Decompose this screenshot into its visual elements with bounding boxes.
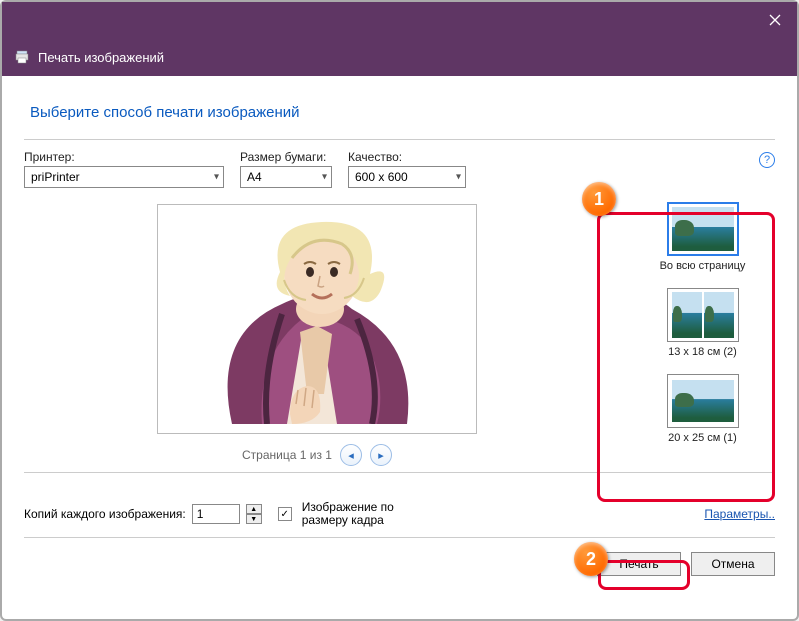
layout-thumb-fullpage (667, 202, 739, 256)
divider-top (24, 139, 775, 140)
copies-down-button[interactable]: ▼ (246, 514, 262, 524)
close-icon (769, 14, 781, 26)
layout-label: 13 x 18 см (2) (668, 346, 737, 358)
layout-label: Во всю страницу (660, 260, 746, 272)
layout-13x18[interactable]: 13 x 18 см (2) (634, 288, 771, 358)
paper-value: A4 (247, 170, 262, 184)
quality-select[interactable]: 600 x 600 ▾ (348, 166, 466, 188)
help-button[interactable]: ? (759, 152, 775, 168)
fit-label: Изображение по размеру кадра (302, 501, 422, 527)
layout-full-page[interactable]: Во всю страницу (634, 202, 771, 272)
printer-value: priPrinter (31, 170, 80, 184)
copies-label: Копий каждого изображения: (24, 507, 186, 521)
layout-20x25[interactable]: 20 x 25 см (1) (634, 374, 771, 444)
divider-mid (24, 472, 775, 473)
quality-value: 600 x 600 (355, 170, 408, 184)
copies-input[interactable] (192, 504, 240, 524)
next-page-button[interactable]: ▸ (370, 444, 392, 466)
layout-thumb-13x18 (667, 288, 739, 342)
params-link[interactable]: Параметры.. (704, 507, 775, 521)
window-title: Печать изображений (38, 50, 164, 65)
chevron-down-icon: ▾ (456, 172, 461, 183)
page-counter-text: Страница 1 из 1 (242, 448, 332, 462)
fit-checkbox[interactable]: ✓ (278, 507, 292, 521)
header-band: Печать изображений (2, 38, 797, 76)
preview-area: Страница 1 из 1 ◂ ▸ (24, 196, 610, 466)
preview-page (157, 204, 477, 434)
quality-label: Качество: (348, 150, 466, 164)
preview-image (172, 214, 462, 424)
layout-thumb-20x25 (667, 374, 739, 428)
titlebar (2, 2, 797, 38)
paper-select[interactable]: A4 ▾ (240, 166, 332, 188)
printer-label: Принтер: (24, 150, 224, 164)
paper-label: Размер бумаги: (240, 150, 332, 164)
close-button[interactable] (753, 2, 797, 38)
layout-label: 20 x 25 см (1) (668, 432, 737, 444)
print-button[interactable]: Печать (597, 552, 681, 576)
prev-page-button[interactable]: ◂ (340, 444, 362, 466)
printer-icon (14, 49, 30, 65)
cancel-button[interactable]: Отмена (691, 552, 775, 576)
layout-panel: Во всю страницу 13 x 18 см (2) 20 x 25 с… (630, 196, 775, 466)
copies-up-button[interactable]: ▲ (246, 504, 262, 514)
chevron-down-icon: ▾ (322, 172, 327, 183)
chevron-down-icon: ▾ (214, 172, 219, 183)
printer-select[interactable]: priPrinter ▾ (24, 166, 224, 188)
page-heading: Выберите способ печати изображений (30, 104, 775, 121)
